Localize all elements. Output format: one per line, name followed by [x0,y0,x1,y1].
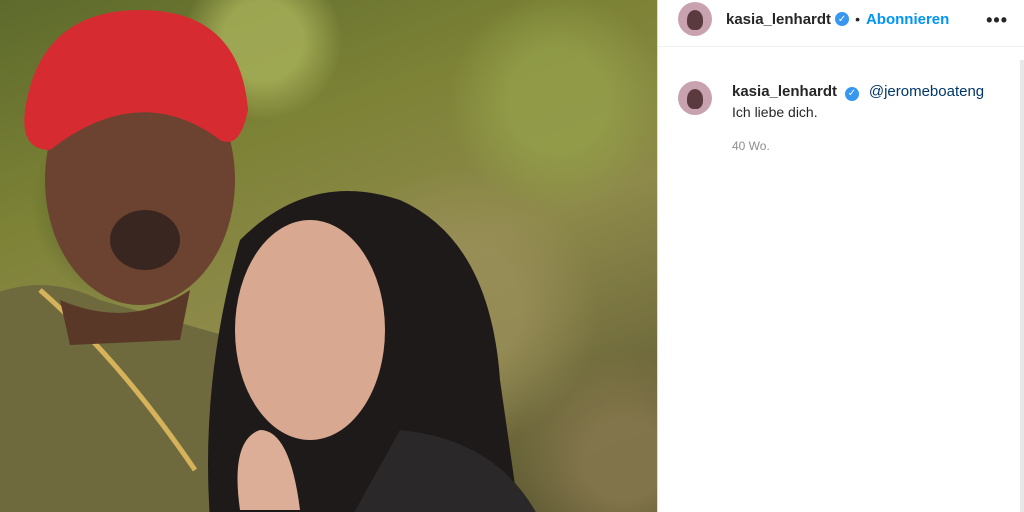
comment-avatar[interactable] [678,81,712,115]
woman-figure [208,191,536,512]
verified-badge-icon: ✓ [844,87,859,101]
header-username[interactable]: kasia_lenhardt [726,11,831,28]
caption-text: Ich liebe dich. [732,104,818,120]
post-header: kasia_lenhardt ✓ • Abonnieren ••• [658,0,1024,47]
separator-dot: • [855,11,860,27]
mention-link[interactable]: @jeromeboateng [869,83,984,100]
comment-username[interactable]: kasia_lenhardt [732,83,837,100]
post-photo[interactable] [0,0,657,512]
caption-comment: kasia_lenhardt ✓ @jeromeboateng Ich lieb… [658,55,1024,156]
verified-badge-icon: ✓ [835,12,850,26]
more-options-icon[interactable]: ••• [986,10,1008,31]
comment-body: kasia_lenhardt ✓ @jeromeboateng Ich lieb… [732,81,984,156]
instagram-post: kasia_lenhardt ✓ • Abonnieren ••• kasia_… [0,0,1024,512]
scrollbar[interactable] [1020,60,1024,512]
post-time[interactable]: 40 Wo. [732,136,984,156]
follow-button[interactable]: Abonnieren [866,11,949,28]
avatar[interactable] [678,2,712,36]
post-sidebar: kasia_lenhardt ✓ • Abonnieren ••• kasia_… [658,0,1024,512]
